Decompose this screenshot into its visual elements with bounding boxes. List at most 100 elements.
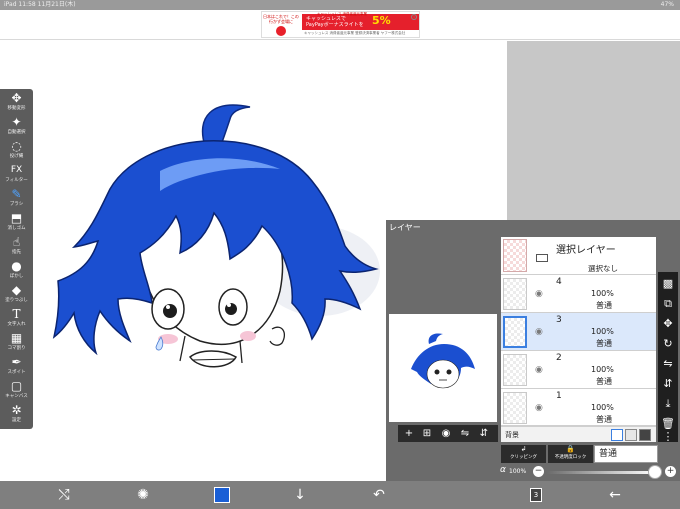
gesture-icon[interactable]: ⤭: [52, 481, 76, 509]
layer-list: 選択レイヤー 選択なし ◉ 4 100% 普通 ◉ 3 100% 普通 ◉ 2 …: [501, 237, 656, 442]
layer-blend-mode: 普通: [596, 377, 612, 386]
opacity-slider[interactable]: [547, 471, 655, 474]
selection-checkbox-icon[interactable]: [536, 254, 548, 262]
eye-icon[interactable]: ◉: [535, 328, 549, 337]
tool-canvas[interactable]: ▢ キャンバス: [0, 379, 33, 403]
tool-smudge[interactable]: ☝ 指先: [0, 235, 33, 259]
layer-name: 1: [556, 391, 562, 401]
canvas-icon: ▢: [10, 379, 23, 393]
selection-layer-row[interactable]: 選択レイヤー 選択なし: [501, 237, 656, 275]
tool-frame-divider[interactable]: ▦ コマ割り: [0, 331, 33, 355]
layer-row-1[interactable]: ◉ 1 100% 普通: [501, 389, 656, 426]
back-icon[interactable]: ←: [603, 481, 627, 509]
tool-fill[interactable]: ◆ 塗りつぶし: [0, 283, 33, 307]
blend-mode-select[interactable]: 普通: [594, 445, 658, 463]
color-picker-button[interactable]: [214, 487, 230, 503]
flip-vertical-icon[interactable]: ⇵: [475, 425, 493, 442]
flip-layer-horizontal-icon[interactable]: ⇋: [658, 354, 678, 374]
tool-text[interactable]: T 文字入れ: [0, 307, 33, 331]
tool-eraser[interactable]: ⬒ 消しゴム: [0, 211, 33, 235]
tool-brush[interactable]: ✎ ブラシ: [0, 187, 33, 211]
selection-layer-thumbnail: [503, 239, 527, 272]
merge-transform-icon[interactable]: ⧉: [658, 294, 678, 314]
background-row[interactable]: 背景: [501, 426, 656, 442]
checker-icon[interactable]: ▩: [658, 274, 678, 294]
ad-area: 日本はこれで！この行かず会場に キャッシュレス 消費者還元事業 キャッシュレスで…: [0, 10, 680, 40]
tool-sidebar: ✥ 移動変形 ✦ 自動選択 ◌ 投げ縄 FX フィルター ✎ ブラシ ⬒ 消しゴム ☝ 指先 …: [0, 89, 33, 429]
add-layer-icon[interactable]: +: [400, 425, 418, 442]
magic-wand-icon: ✦: [11, 115, 22, 129]
layer-blend-mode: 普通: [596, 301, 612, 310]
tool-settings[interactable]: ✲ 設定: [0, 403, 33, 427]
clipping-button[interactable]: ↲ クリッピング: [501, 445, 546, 463]
eye-icon[interactable]: ◉: [535, 404, 549, 413]
opacity-lock-button[interactable]: 🔒 不透明度ロック: [548, 445, 593, 463]
eye-icon[interactable]: ◉: [535, 366, 549, 375]
tool-filter[interactable]: FX フィルター: [0, 163, 33, 187]
brush-icon: ✎: [11, 187, 22, 201]
move-layer-icon[interactable]: ✥: [658, 314, 678, 334]
lasso-icon: ◌: [11, 139, 22, 153]
background-white-swatch[interactable]: [611, 429, 623, 441]
opacity-plus-button[interactable]: +: [665, 466, 676, 477]
drop-icon: ●: [11, 259, 22, 273]
selection-layer-title: 選択レイヤー: [556, 245, 616, 256]
lock-icon: 🔒: [566, 445, 575, 453]
ad-info-icon[interactable]: i: [411, 14, 417, 20]
alpha-symbol: α: [500, 465, 506, 475]
flip-layer-vertical-icon[interactable]: ⇵: [658, 374, 678, 394]
add-layer-copy-icon[interactable]: ⊞: [418, 425, 436, 442]
clipping-icon: ↲: [520, 445, 527, 453]
tool-eyedropper[interactable]: ✒ スポイト: [0, 355, 33, 379]
more-icon[interactable]: ⋮: [658, 431, 678, 444]
finger-icon: ☝: [12, 235, 21, 249]
layer-panel-title: レイヤー: [389, 223, 421, 232]
down-arrow-icon[interactable]: ↓: [288, 481, 312, 509]
move-icon: ✥: [11, 91, 22, 105]
bottom-bar: ⤭ ✺ ↓ ↶ ←: [0, 481, 680, 509]
bucket-icon: ◆: [11, 283, 22, 297]
frame-icon: ▦: [10, 331, 23, 345]
layer-thumbnail: [503, 316, 527, 348]
tool-transform[interactable]: ✥ 移動変形: [0, 91, 33, 115]
layer-blend-mode: 普通: [596, 339, 612, 348]
layer-count-button[interactable]: 3: [530, 488, 542, 502]
undo-icon[interactable]: ↶: [367, 481, 391, 509]
eyedropper-icon: ✒: [11, 355, 22, 369]
layer-thumbnail: [503, 278, 527, 310]
layer-action-bar: + ⊞ ◉ ⇋ ⇵: [398, 425, 498, 442]
ad-left-text: 日本はこれで！この行かず会場に: [263, 14, 299, 24]
flip-horizontal-icon[interactable]: ⇋: [456, 425, 474, 442]
tool-magic-wand[interactable]: ✦ 自動選択: [0, 115, 33, 139]
tool-lasso[interactable]: ◌ 投げ縄: [0, 139, 33, 163]
opacity-row: α 100% − +: [498, 465, 678, 479]
rotate-icon[interactable]: ↻: [658, 334, 678, 354]
layer-row-3[interactable]: ◉ 3 100% 普通: [501, 313, 656, 351]
status-bar: iPad 11:58 11月21日(木) 47%: [0, 0, 680, 10]
layer-thumbnail: [503, 392, 527, 424]
selection-layer-status: 選択なし: [588, 264, 618, 273]
layer-name: 3: [556, 315, 562, 325]
canvas-preview[interactable]: [389, 314, 497, 422]
background-checker-swatch[interactable]: [639, 429, 651, 441]
camera-icon[interactable]: ◉: [437, 425, 455, 442]
layer-opacity: 100%: [591, 403, 614, 412]
layer-side-tools: ▩ ⧉ ✥ ↻ ⇋ ⇵ ⤓ 🗑 ⋮: [658, 272, 678, 442]
opacity-minus-button[interactable]: −: [533, 466, 544, 477]
layer-row-4[interactable]: ◉ 4 100% 普通: [501, 275, 656, 313]
brush-size-icon[interactable]: ✺: [131, 481, 155, 509]
status-time: iPad 11:58 11月21日(木): [4, 1, 76, 8]
gear-icon: ✲: [11, 403, 22, 417]
layer-row-2[interactable]: ◉ 2 100% 普通: [501, 351, 656, 389]
opacity-slider-knob[interactable]: [648, 465, 662, 479]
fx-icon: FX: [10, 165, 23, 175]
background-transparent-swatch[interactable]: [625, 429, 637, 441]
merge-down-icon[interactable]: ⤓: [658, 394, 678, 414]
paypay-logo-icon: [276, 26, 286, 36]
tool-blur[interactable]: ● ぼかし: [0, 259, 33, 283]
ad-banner[interactable]: 日本はこれで！この行かず会場に キャッシュレス 消費者還元事業 キャッシュレスで…: [261, 11, 420, 38]
ad-sub-line: キャッシュレス 消費者還元事業 登録決済事業者 ヤフー株式会社: [304, 31, 406, 35]
eye-icon[interactable]: ◉: [535, 290, 549, 299]
layer-mode-bar: ↲ クリッピング 🔒 不透明度ロック 普通: [501, 445, 678, 463]
layer-thumbnail: [503, 354, 527, 386]
